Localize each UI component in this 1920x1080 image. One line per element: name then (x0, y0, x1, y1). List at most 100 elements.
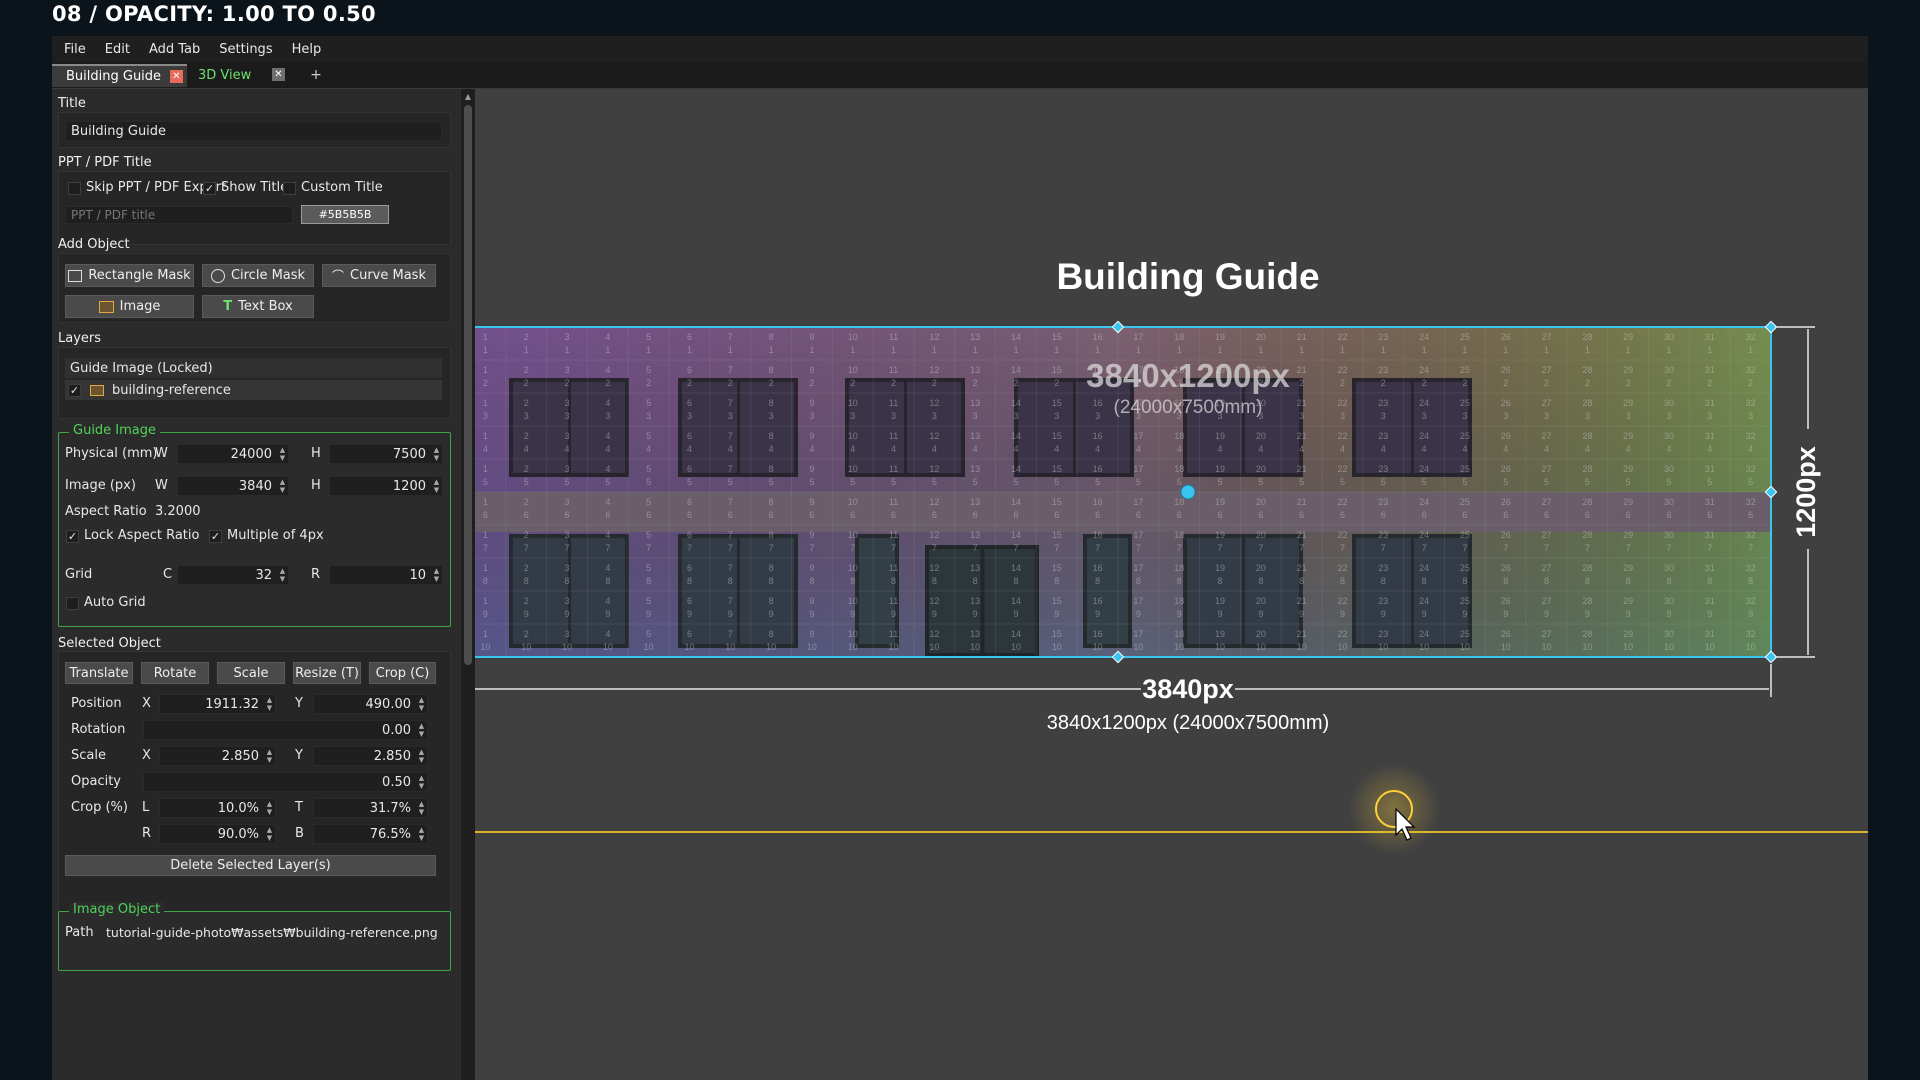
crop-top-value: 31.7% (369, 800, 411, 816)
spinner-icon[interactable]: ▲ ▼ (432, 567, 441, 583)
show-title-checkbox[interactable]: ✓ (203, 182, 216, 195)
spinner-icon[interactable]: ▲ ▼ (265, 748, 274, 764)
add-object-box: Rectangle Mask Circle Mask ⌒ Curve Mask … (58, 253, 451, 323)
physical-h-label: H (311, 446, 321, 461)
image-height-input[interactable]: 1200 (329, 476, 443, 496)
layers-box: Guide Image (Locked) ✓ building-referenc… (58, 347, 451, 419)
layer-visible-checkbox[interactable]: ✓ (68, 383, 81, 397)
opacity-input[interactable]: 0.50 (143, 772, 428, 792)
grid-columns-input[interactable]: 32 (177, 565, 289, 585)
spinner-icon[interactable]: ▲ ▼ (278, 446, 287, 462)
menu-add-tab[interactable]: Add Tab (149, 42, 200, 57)
rectangle-mask-button[interactable]: Rectangle Mask (65, 264, 194, 287)
auto-grid-label: Auto Grid (84, 595, 146, 610)
scale-x-input[interactable]: 2.850 (159, 746, 276, 766)
canvas-svg[interactable]: Building Guide 1121314151617181911011111… (475, 89, 1868, 1080)
scroll-thumb[interactable] (464, 105, 472, 665)
spinner-icon[interactable]: ▲ ▼ (432, 478, 441, 494)
rectangle-icon (68, 269, 83, 282)
spinner-icon[interactable]: ▲ ▼ (417, 722, 426, 738)
rotate-button[interactable]: Rotate (141, 662, 209, 684)
spinner-icon[interactable]: ▲ ▼ (278, 567, 287, 583)
title-color-swatch[interactable]: #5B5B5B (301, 205, 389, 224)
crop-top-input[interactable]: 31.7% (313, 798, 428, 818)
delete-layers-button[interactable]: Delete Selected Layer(s) (65, 855, 436, 876)
opacity-label: Opacity (71, 774, 122, 789)
add-tab-button[interactable]: + (306, 64, 326, 87)
grid-rows-value: 10 (409, 567, 426, 583)
physical-height-input[interactable]: 7500 (329, 444, 443, 464)
custom-title-checkbox[interactable] (283, 182, 296, 195)
position-y-input[interactable]: 490.00 (313, 694, 428, 714)
multiple4-label: Multiple of 4px (227, 528, 324, 543)
tab-label: 3D View (198, 68, 252, 83)
rotation-label: Rotation (71, 722, 126, 737)
crop-left-value: 10.0% (217, 800, 259, 816)
path-label: Path (65, 925, 94, 940)
scale-y-input[interactable]: 2.850 (313, 746, 428, 766)
layer-item-row[interactable]: ✓ building-reference (65, 380, 442, 400)
spinner-icon[interactable]: ▲ ▼ (417, 774, 426, 790)
crop-button[interactable]: Crop (C) (369, 662, 436, 684)
text-box-button[interactable]: T Text Box (202, 295, 314, 318)
curve-mask-button[interactable]: ⌒ Curve Mask (322, 264, 436, 287)
spinner-icon[interactable]: ▲ ▼ (265, 826, 274, 842)
crop-left-input[interactable]: 10.0% (159, 798, 276, 818)
image-icon (90, 384, 104, 396)
spinner-icon[interactable]: ▲ ▼ (417, 826, 426, 842)
physical-width-input[interactable]: 24000 (177, 444, 289, 464)
close-icon[interactable]: ✕ (170, 70, 183, 83)
scale-y-value: 2.850 (373, 748, 411, 764)
resize-button[interactable]: Resize (T) (293, 662, 361, 684)
spinner-icon[interactable]: ▲ ▼ (265, 696, 274, 712)
spinner-icon[interactable]: ▲ ▼ (417, 800, 426, 816)
overlay-mm-label: (24000x7500mm) (1114, 397, 1263, 418)
panel-scrollbar[interactable]: ▲ (461, 89, 475, 1080)
ppt-title-input[interactable]: PPT / PDF title (65, 206, 293, 224)
scroll-up-icon[interactable]: ▲ (461, 91, 475, 103)
height-label: 1200px (1791, 446, 1821, 538)
physical-label: Physical (mm) (65, 446, 158, 461)
spinner-icon[interactable]: ▲ ▼ (417, 696, 426, 712)
menu-help[interactable]: Help (292, 42, 322, 57)
lock-aspect-label: Lock Aspect Ratio (84, 528, 200, 543)
scale-label: Scale (71, 748, 106, 763)
menu-settings[interactable]: Settings (219, 42, 272, 57)
spinner-icon[interactable]: ▲ ▼ (432, 446, 441, 462)
tab-3d-view[interactable]: 3D View ✕ (195, 64, 306, 87)
layer-group-row[interactable]: Guide Image (Locked) (65, 358, 442, 378)
image-width-input[interactable]: 3840 (177, 476, 289, 496)
crop-l-label: L (142, 800, 150, 815)
guide-image-group: Guide Image Physical (mm) W 24000 ▲ ▼ H 7… (58, 423, 451, 627)
title-input[interactable]: Building Guide (65, 121, 442, 141)
width-label: 3840px (1142, 674, 1234, 704)
multiple4-checkbox[interactable]: ✓ (209, 530, 222, 543)
image-button[interactable]: Image (65, 295, 194, 318)
selected-object-label: Selected Object (58, 636, 161, 651)
spinner-icon[interactable]: ▲ ▼ (278, 478, 287, 494)
crop-right-input[interactable]: 90.0% (159, 824, 276, 844)
spinner-icon[interactable]: ▲ ▼ (417, 748, 426, 764)
lock-aspect-checkbox[interactable]: ✓ (66, 530, 79, 543)
crop-bottom-input[interactable]: 76.5% (313, 824, 428, 844)
menu-edit[interactable]: Edit (105, 42, 130, 57)
rotation-input[interactable]: 0.00 (143, 720, 428, 740)
canvas-area[interactable]: Building Guide 1 1 2 1 3 1 4 1 5 1 6 1 7 1 8 1 9 1 10 1 11 1 1… (475, 89, 1868, 1080)
text-icon: T (223, 299, 233, 314)
physical-w-label: W (155, 446, 168, 461)
circle-mask-button[interactable]: Circle Mask (202, 264, 314, 287)
grid-rows-input[interactable]: 10 (329, 565, 443, 585)
pivot-handle[interactable] (1180, 484, 1196, 500)
menu-file[interactable]: File (64, 42, 86, 57)
translate-button[interactable]: Translate (65, 662, 133, 684)
skip-export-checkbox[interactable] (68, 182, 81, 195)
tab-building-guide[interactable]: Building Guide ✕ (52, 64, 187, 87)
auto-grid-checkbox[interactable] (66, 597, 79, 610)
position-x-label: X (142, 696, 151, 711)
canvas-title: Building Guide (1056, 256, 1319, 297)
close-icon[interactable]: ✕ (272, 68, 285, 81)
scale-button[interactable]: Scale (217, 662, 285, 684)
position-x-input[interactable]: 1911.32 (159, 694, 276, 714)
overlay-size-label: 3840x1200px (1086, 357, 1290, 394)
spinner-icon[interactable]: ▲ ▼ (265, 800, 274, 816)
